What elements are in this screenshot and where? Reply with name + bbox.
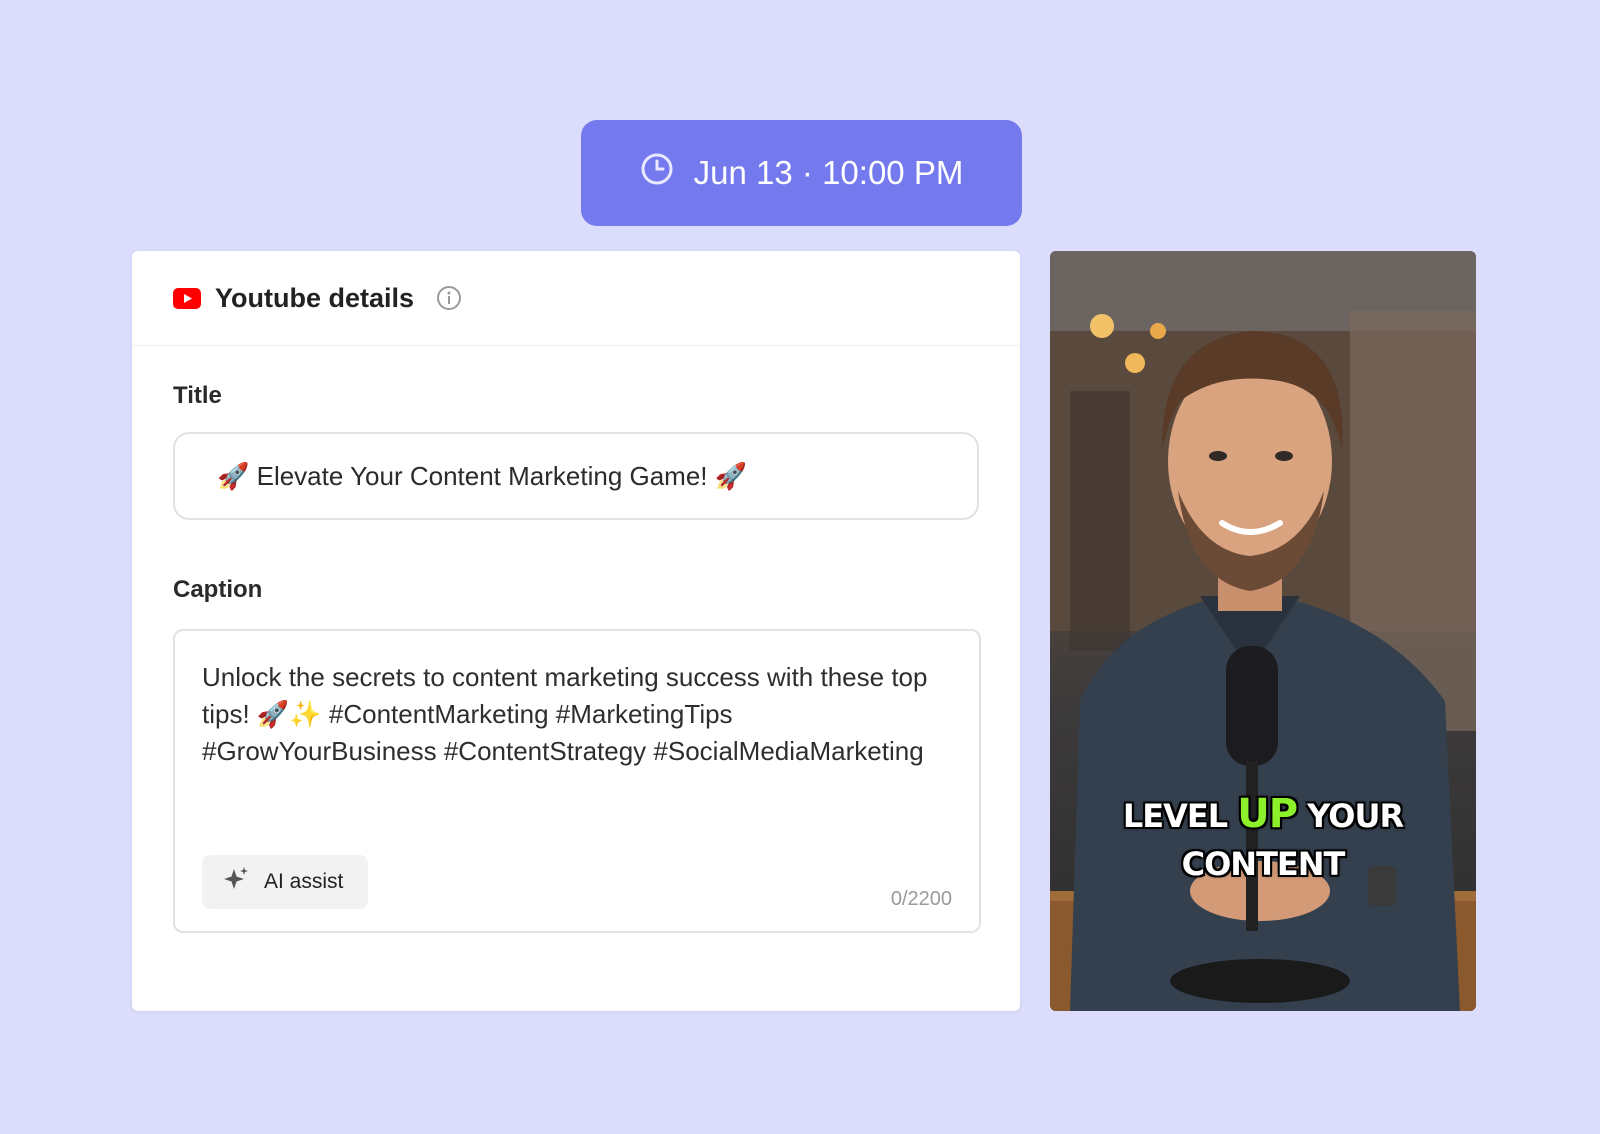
caption-value: Unlock the secrets to content marketing … bbox=[202, 662, 935, 766]
card-header: Youtube details bbox=[132, 251, 1020, 346]
ai-assist-label: AI assist bbox=[264, 870, 344, 893]
ai-assist-button[interactable]: AI assist bbox=[202, 855, 368, 909]
character-counter: 0/2200 bbox=[890, 888, 952, 910]
youtube-details-card: Youtube details Title 🚀 Elevate Your Con… bbox=[132, 251, 1020, 1011]
overlay-caption-line2: CONTENT bbox=[1181, 845, 1346, 883]
overlay-word-your: YOUR bbox=[1307, 797, 1404, 835]
title-label: Title bbox=[173, 382, 222, 409]
schedule-label: Jun 13 · 10:00 PM bbox=[693, 154, 964, 191]
caption-label: Caption bbox=[173, 576, 263, 603]
thumbnail-illustration bbox=[1050, 251, 1476, 1011]
sparkle-icon bbox=[222, 865, 250, 899]
overlay-word-up: UP bbox=[1237, 791, 1298, 837]
clock-icon bbox=[640, 152, 674, 194]
card-title: Youtube details bbox=[215, 282, 415, 313]
title-input[interactable]: 🚀 Elevate Your Content Marketing Game! 🚀 bbox=[173, 432, 979, 520]
caption-textarea[interactable]: Unlock the secrets to content marketing … bbox=[173, 629, 981, 933]
title-value: 🚀 Elevate Your Content Marketing Game! 🚀 bbox=[217, 460, 748, 491]
video-thumbnail[interactable]: LEVEL UP YOUR CONTENT bbox=[1050, 251, 1476, 1011]
overlay-word-level: LEVEL bbox=[1122, 797, 1228, 835]
youtube-icon bbox=[173, 287, 201, 309]
page-background: Jun 13 · 10:00 PM Youtube details Title … bbox=[0, 0, 1600, 1134]
schedule-time-button[interactable]: Jun 13 · 10:00 PM bbox=[581, 120, 1022, 226]
info-icon[interactable] bbox=[436, 285, 462, 311]
overlay-caption-line1: LEVEL UP YOUR bbox=[1050, 791, 1476, 837]
